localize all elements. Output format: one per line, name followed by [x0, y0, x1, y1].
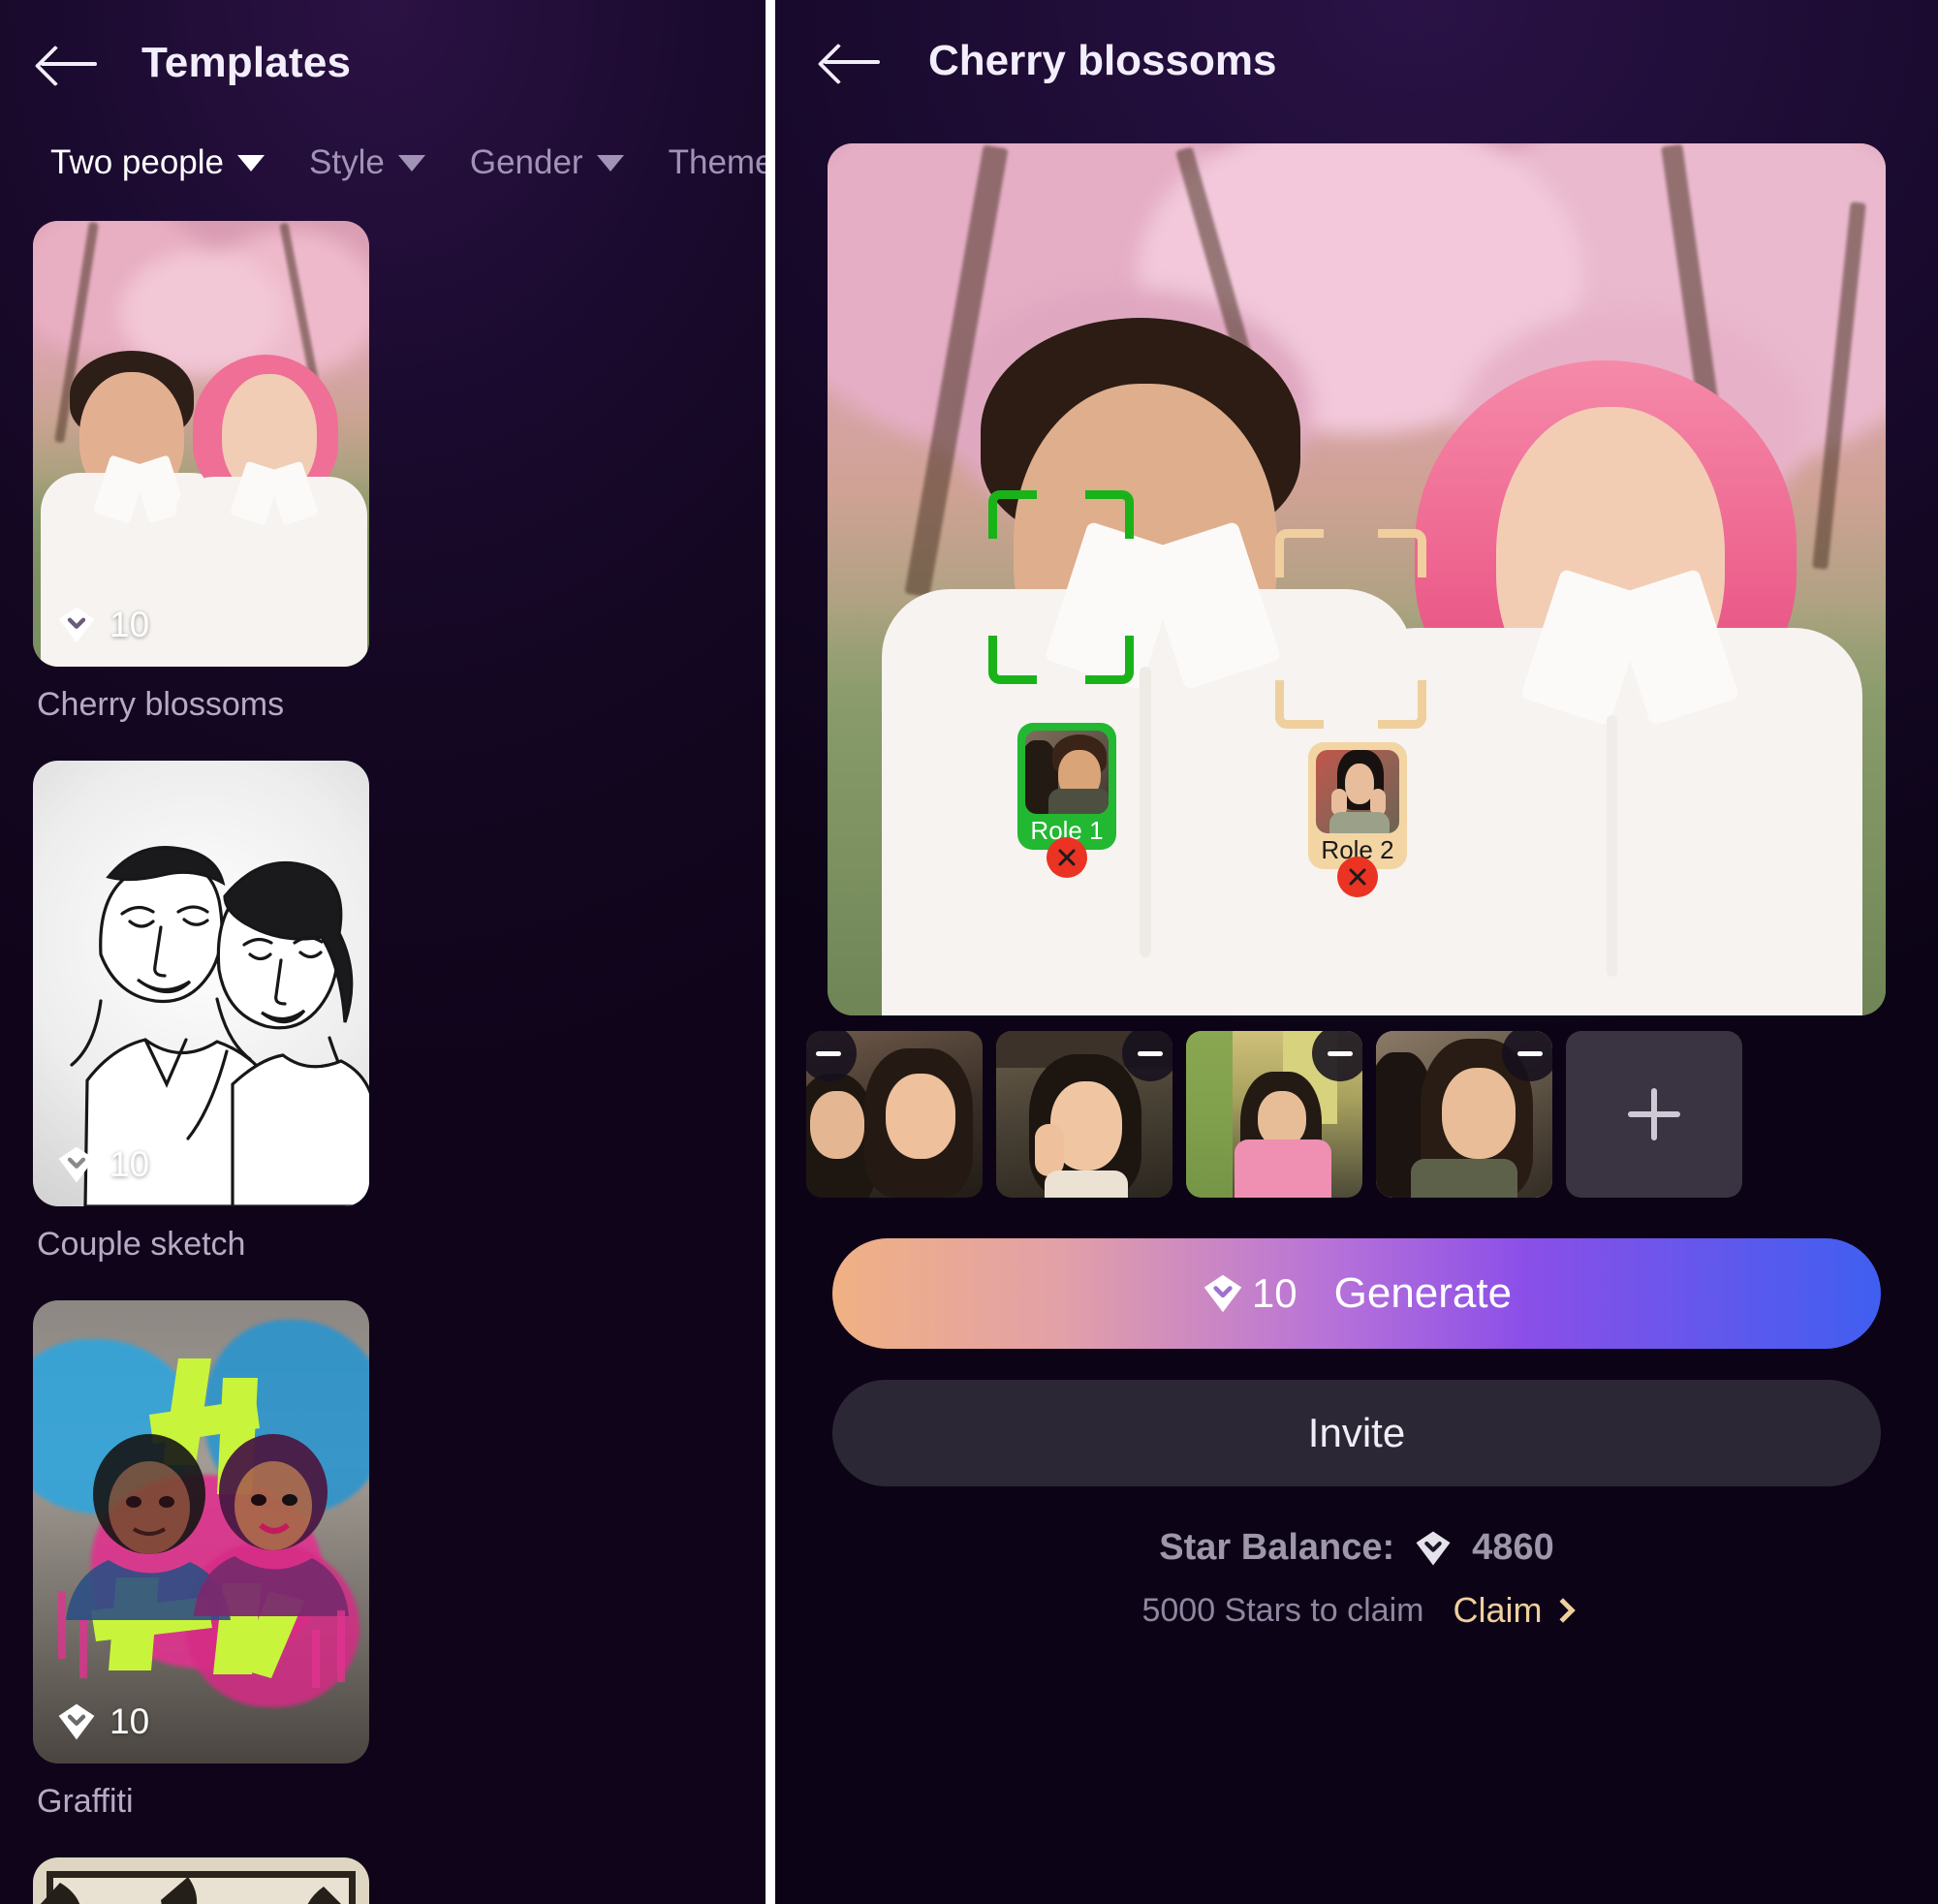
filter-gender[interactable]: Gender [470, 143, 624, 182]
gem-icon [1203, 1274, 1242, 1313]
photo-thumbnail-selected[interactable] [1376, 1031, 1552, 1198]
face-bracket-role-2 [1275, 529, 1426, 729]
filter-bar: Two people Style Gender Themes [0, 126, 766, 182]
templates-header: Templates [0, 0, 766, 126]
balance-label: Star Balance: [1159, 1527, 1395, 1568]
back-arrow-icon[interactable] [39, 42, 99, 84]
back-arrow-icon[interactable] [822, 40, 882, 82]
chevron-down-icon [596, 154, 624, 172]
filter-label: Two people [50, 143, 225, 181]
template-cost-badge: 10 [56, 1144, 149, 1185]
role-chip-1[interactable]: Role 1 [1017, 723, 1116, 850]
template-artwork [33, 761, 369, 1206]
claim-button[interactable]: Claim [1453, 1590, 1576, 1631]
chevron-down-icon [397, 154, 425, 172]
role-avatar [1316, 750, 1399, 833]
template-thumbnail: 10 [33, 1300, 369, 1764]
minus-icon [1517, 1050, 1543, 1056]
photo-thumbnail[interactable] [1186, 1031, 1362, 1198]
generate-label: Generate [1333, 1269, 1513, 1317]
minus-icon [1328, 1050, 1353, 1056]
minus-icon [816, 1050, 841, 1056]
template-card-lino-print[interactable]: 10 Lino print [33, 1857, 369, 1904]
invite-label: Invite [1307, 1410, 1406, 1455]
gem-icon [58, 607, 95, 643]
claim-row: 5000 Stars to claim Claim [775, 1590, 1938, 1631]
filter-label: Gender [469, 143, 583, 181]
template-thumbnail: 10 [33, 221, 369, 667]
detail-header: Cherry blossoms [775, 0, 1938, 122]
app-screen: Templates Two people Style Gender Themes [0, 0, 1938, 1904]
close-icon [1058, 849, 1076, 866]
minus-icon [1138, 1050, 1163, 1056]
photo-thumbnail[interactable] [806, 1031, 983, 1198]
template-card-cherry-blossoms[interactable]: 10 Cherry blossoms [33, 221, 369, 749]
template-artwork [33, 1857, 369, 1904]
role-2-remove-button[interactable] [1337, 857, 1378, 897]
generate-cost: 10 [1251, 1270, 1297, 1316]
filter-label: Themes [668, 143, 766, 181]
filter-label: Style [309, 143, 385, 181]
template-detail-panel: Cherry blossoms Role 1 Role 2 10 Generat… [775, 0, 1938, 1904]
template-name: Couple sketch [37, 1226, 246, 1263]
gem-icon [58, 1146, 95, 1183]
template-thumbnail: 10 [33, 1857, 369, 1904]
invite-button[interactable]: Invite [832, 1380, 1881, 1486]
chevron-down-icon [237, 154, 266, 172]
star-balance-row: Star Balance: 4860 [775, 1527, 1938, 1569]
template-name: Graffiti [37, 1783, 134, 1820]
claim-label: Claim [1453, 1590, 1543, 1630]
cost-value: 10 [109, 1701, 150, 1741]
role-avatar [1025, 731, 1109, 814]
filter-style[interactable]: Style [309, 143, 425, 182]
template-cost-badge: 10 [56, 1701, 149, 1742]
gem-icon [1416, 1531, 1451, 1565]
template-card-graffiti[interactable]: 10 Graffiti [33, 1300, 369, 1846]
page-title: Templates [141, 39, 352, 86]
cost-value: 10 [109, 1144, 150, 1184]
claim-note: 5000 Stars to claim [1141, 1591, 1424, 1629]
face-bracket-role-1 [988, 490, 1134, 684]
template-artwork [33, 1300, 369, 1764]
close-icon [1349, 868, 1366, 886]
balance-value: 4860 [1472, 1527, 1554, 1568]
role-chip-2[interactable]: Role 2 [1308, 742, 1407, 869]
template-artwork [33, 221, 369, 667]
cost-value: 10 [109, 605, 150, 644]
detail-title: Cherry blossoms [928, 37, 1277, 84]
template-card-couple-sketch[interactable]: 10 Couple sketch [33, 761, 369, 1289]
template-grid: 10 Cherry blossoms 10 Couple sketch 10 G… [0, 182, 766, 1904]
template-thumbnail: 10 [33, 761, 369, 1206]
chevron-right-icon [1549, 1598, 1576, 1623]
role-1-remove-button[interactable] [1047, 837, 1087, 878]
filter-themes[interactable]: Themes [669, 143, 766, 182]
templates-panel: Templates Two people Style Gender Themes [0, 0, 766, 1904]
photo-strip [775, 1015, 1938, 1198]
generate-button[interactable]: 10 Generate [832, 1238, 1881, 1349]
photo-thumbnail[interactable] [996, 1031, 1172, 1198]
template-preview[interactable]: Role 1 Role 2 [828, 143, 1886, 1015]
plus-icon [1628, 1088, 1680, 1140]
filter-two-people[interactable]: Two people [50, 143, 266, 182]
gem-icon [58, 1703, 95, 1740]
template-cost-badge: 10 [56, 605, 149, 645]
panel-divider [766, 0, 775, 1904]
template-name: Cherry blossoms [37, 686, 285, 723]
add-photo-button[interactable] [1566, 1031, 1742, 1198]
